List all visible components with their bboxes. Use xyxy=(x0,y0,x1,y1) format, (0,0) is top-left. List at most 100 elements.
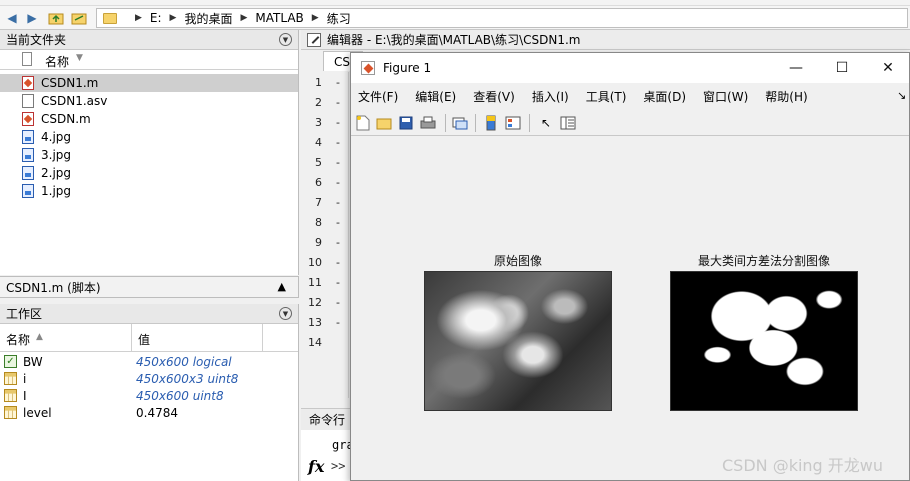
link-plot-icon[interactable] xyxy=(451,114,469,132)
line-number: 11 xyxy=(308,276,322,289)
variable-value: 450x600x3 uint8 xyxy=(136,371,239,386)
back-arrow-icon[interactable]: ◀ xyxy=(3,9,21,27)
address-bar: ◀ ▶ ▶ E: ▶ 我的桌面 ▶ MATLAB ▶ 练习 xyxy=(0,6,910,30)
maximize-icon[interactable]: ☐ xyxy=(819,53,865,83)
menu-tools[interactable]: 工具(T) xyxy=(586,88,627,105)
colorbar-icon[interactable] xyxy=(482,114,500,132)
file-row[interactable]: 4.jpg xyxy=(0,128,298,146)
column-name[interactable]: 名称 xyxy=(45,53,69,70)
variable-value: 450x600 uint8 xyxy=(136,388,224,403)
sort-up-icon: ▲ xyxy=(36,332,43,342)
variable-row[interactable]: ✓ BW 450x600 logical xyxy=(0,353,298,370)
dock-arrow-icon[interactable]: ↘ xyxy=(897,89,906,102)
variable-value: 450x600 logical xyxy=(136,354,232,369)
line-marker: - xyxy=(336,216,340,229)
column-name[interactable]: 名称 xyxy=(6,331,30,348)
file-list-header[interactable]: 名称 ▼ xyxy=(0,50,298,70)
line-marker: - xyxy=(336,276,340,289)
file-row[interactable]: CSDN1.m xyxy=(0,74,298,92)
watermark: CSDN @king 开龙wu xyxy=(722,456,884,475)
figure-title-bar: Figure 1 — ☐ ✕ xyxy=(351,53,909,83)
line-number: 5 xyxy=(315,156,322,169)
command-window[interactable]: gra fx >> xyxy=(301,430,354,481)
crumb-practice[interactable]: 练习 xyxy=(327,10,351,27)
up-folder-icon[interactable] xyxy=(47,9,65,27)
editor-title-bar: 编辑器 - E:\我的桌面\MATLAB\练习\CSDN1.m xyxy=(301,30,910,50)
toolbar-separator xyxy=(445,114,446,132)
file-row[interactable]: CSDN1.asv xyxy=(0,92,298,110)
variable-name: level xyxy=(23,405,52,420)
details-bar[interactable]: CSDN1.m (脚本) ▲ xyxy=(0,276,299,298)
property-editor-icon[interactable] xyxy=(559,114,577,132)
menu-view[interactable]: 查看(V) xyxy=(473,88,515,105)
document-icon xyxy=(22,94,34,108)
panel-menu-icon[interactable]: ▼ xyxy=(279,33,292,46)
figure-toolbar: ↖ xyxy=(351,110,909,136)
new-figure-icon[interactable] xyxy=(354,114,372,132)
file-name: 3.jpg xyxy=(41,148,72,162)
line-marker: - xyxy=(336,296,340,309)
variable-name: I xyxy=(23,388,27,403)
line-gutter: 1 - 2 - 3 - 4 - 5 - 6 - 7 - 8 - 9 - 10 - 11 - 12 - 1… xyxy=(301,72,349,398)
menu-help[interactable]: 帮助(H) xyxy=(765,88,807,105)
toolbar-separator xyxy=(529,114,530,132)
figure-window: Figure 1 — ☐ ✕ 文件(F) 编辑(E) 查看(V) 插入(I) 工… xyxy=(350,52,910,481)
file-name: CSDN.m xyxy=(41,112,91,126)
command-prompt[interactable]: >> xyxy=(331,459,345,473)
column-value[interactable]: 值 xyxy=(138,331,150,348)
menu-desktop[interactable]: 桌面(D) xyxy=(643,88,686,105)
file-type-icon xyxy=(22,52,32,66)
menu-edit[interactable]: 编辑(E) xyxy=(415,88,456,105)
chevron-right-icon: ▶ xyxy=(311,13,319,23)
line-marker: - xyxy=(336,96,340,109)
variable-row[interactable]: i 450x600x3 uint8 xyxy=(0,370,298,387)
crumb-desktop[interactable]: 我的桌面 xyxy=(184,10,232,27)
chevron-right-icon: ▶ xyxy=(169,13,177,23)
variable-name: BW xyxy=(23,354,43,369)
file-row[interactable]: CSDN.m xyxy=(0,110,298,128)
legend-icon[interactable] xyxy=(504,114,522,132)
file-row[interactable]: 1.jpg xyxy=(0,182,298,200)
menu-file[interactable]: 文件(F) xyxy=(358,88,398,105)
line-number: 9 xyxy=(315,236,322,249)
line-number: 7 xyxy=(315,196,322,209)
line-marker: - xyxy=(336,116,340,129)
current-folder-title: 当前文件夹 ▼ xyxy=(0,30,298,50)
variable-row[interactable]: level 0.4784 xyxy=(0,404,298,421)
save-icon[interactable] xyxy=(397,114,415,132)
current-folder-label: 当前文件夹 xyxy=(6,33,67,47)
file-row[interactable]: 2.jpg xyxy=(0,164,298,182)
chevron-right-icon: ▶ xyxy=(135,13,142,23)
variable-row[interactable]: I 450x600 uint8 xyxy=(0,387,298,404)
line-marker: - xyxy=(336,236,340,249)
menu-window[interactable]: 窗口(W) xyxy=(703,88,748,105)
panel-menu-icon[interactable]: ▼ xyxy=(279,307,292,320)
print-icon[interactable] xyxy=(419,114,437,132)
fx-icon[interactable]: fx xyxy=(308,457,324,476)
close-icon[interactable]: ✕ xyxy=(865,53,910,83)
column-divider[interactable] xyxy=(262,324,263,352)
grid-icon xyxy=(4,406,17,419)
minimize-icon[interactable]: — xyxy=(773,53,819,83)
chevron-up-icon[interactable]: ▲ xyxy=(278,280,286,293)
matlab-script-icon xyxy=(22,76,34,90)
crumb-matlab[interactable]: MATLAB xyxy=(255,11,303,25)
open-folder-icon[interactable] xyxy=(375,114,393,132)
check-icon: ✓ xyxy=(4,355,17,368)
grid-icon xyxy=(4,372,17,385)
forward-arrow-icon[interactable]: ▶ xyxy=(23,9,41,27)
grid-icon xyxy=(4,389,17,402)
column-divider[interactable] xyxy=(131,324,132,352)
file-name: CSDN1.m xyxy=(41,76,99,90)
crumb-drive[interactable]: E: xyxy=(150,11,162,25)
path-field[interactable]: ▶ E: ▶ 我的桌面 ▶ MATLAB ▶ 练习 xyxy=(96,8,908,28)
image-file-icon xyxy=(22,130,34,144)
image1-title: 原始图像 xyxy=(493,254,542,268)
line-number: 8 xyxy=(315,216,322,229)
file-row[interactable]: 3.jpg xyxy=(0,146,298,164)
menu-insert[interactable]: 插入(I) xyxy=(532,88,569,105)
line-marker: - xyxy=(336,316,340,329)
browse-folder-icon[interactable] xyxy=(70,9,88,27)
pencil-icon xyxy=(307,32,321,47)
pointer-icon[interactable]: ↖ xyxy=(537,114,555,132)
